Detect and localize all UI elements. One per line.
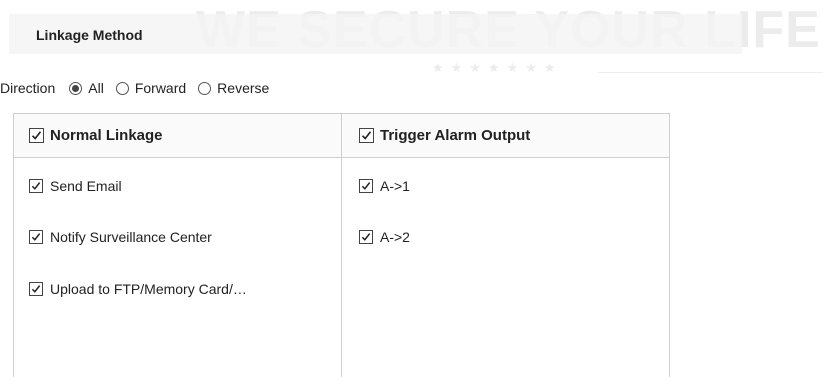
checkmark-icon [31, 131, 42, 140]
normal-linkage-checkbox[interactable] [29, 128, 44, 143]
radio-reverse[interactable] [198, 81, 212, 95]
radio-selected-dot [72, 84, 80, 92]
normal-linkage-header[interactable]: Normal Linkage [14, 114, 341, 158]
direction-option-label: Reverse [217, 80, 270, 96]
direction-row: Direction All Forward Reverse [0, 78, 281, 98]
checkmark-icon [361, 182, 371, 190]
direction-option-reverse[interactable]: Reverse [198, 80, 269, 96]
direction-option-label: All [88, 80, 104, 96]
notify-surveillance-center-label: Notify Surveillance Center [50, 229, 212, 245]
upload-ftp-checkbox[interactable] [29, 282, 43, 296]
alarm-output-a2-label: A->2 [380, 229, 410, 245]
trigger-alarm-output-checkbox[interactable] [359, 128, 374, 143]
direction-option-all[interactable]: All [69, 80, 104, 96]
direction-option-label: Forward [134, 80, 187, 96]
alarm-output-a2-option[interactable]: A->2 [359, 229, 410, 245]
radio-forward[interactable] [115, 81, 129, 95]
upload-ftp-label: Upload to FTP/Memory Card/… [50, 281, 247, 297]
trigger-alarm-output-header[interactable]: Trigger Alarm Output [342, 114, 669, 158]
normal-linkage-title: Normal Linkage [50, 127, 163, 144]
send-email-option[interactable]: Send Email [29, 178, 122, 194]
linkage-method-page: WE SECURE YOUR LIFE ★★★★★★★ Linkage Meth… [0, 0, 823, 377]
checkmark-icon [31, 233, 41, 241]
checkmark-icon [361, 131, 372, 140]
checkmark-icon [31, 285, 41, 293]
alarm-output-a1-label: A->1 [380, 178, 410, 194]
notify-surveillance-center-option[interactable]: Notify Surveillance Center [29, 229, 212, 245]
send-email-checkbox[interactable] [29, 179, 43, 193]
trigger-alarm-output-title: Trigger Alarm Output [380, 127, 531, 144]
direction-option-forward[interactable]: Forward [115, 80, 187, 96]
watermark-stars: ★★★★★★★ [432, 60, 563, 75]
trigger-alarm-output-column: Trigger Alarm Output A->1 A->2 [342, 114, 669, 377]
alarm-output-a2-checkbox[interactable] [359, 230, 373, 244]
checkmark-icon [31, 182, 41, 190]
notify-surveillance-center-checkbox[interactable] [29, 230, 43, 244]
linkage-table: Normal Linkage Send Email Notify Surveil… [13, 113, 670, 377]
section-title: Linkage Method [36, 27, 143, 43]
direction-label: Direction [0, 80, 56, 96]
upload-ftp-option[interactable]: Upload to FTP/Memory Card/… [29, 281, 247, 297]
checkmark-icon [361, 233, 371, 241]
radio-all[interactable] [69, 81, 83, 95]
watermark-line [598, 72, 823, 73]
normal-linkage-column: Normal Linkage Send Email Notify Surveil… [14, 114, 342, 377]
send-email-label: Send Email [50, 178, 122, 194]
alarm-output-a1-option[interactable]: A->1 [359, 178, 410, 194]
alarm-output-a1-checkbox[interactable] [359, 179, 373, 193]
